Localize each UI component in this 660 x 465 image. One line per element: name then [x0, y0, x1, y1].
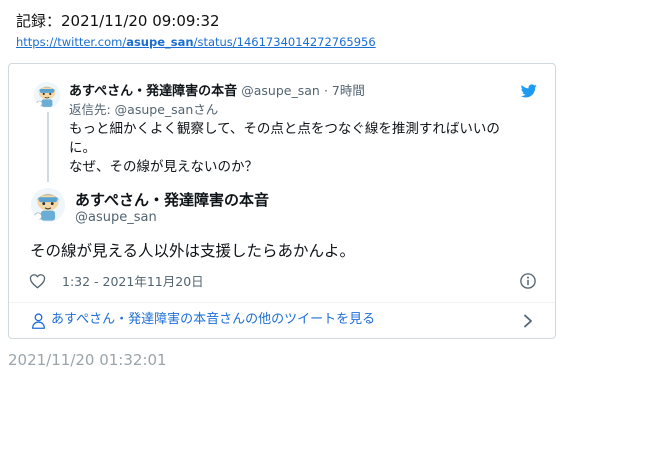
- thread-connector-line: [47, 112, 49, 182]
- reply-to-label: 返信先: @asupe_sanさん: [69, 102, 219, 117]
- quoted-text-line: もっと細かくよく観察して、その点と点をつなぐ線を推測すればいいの: [69, 121, 500, 137]
- quoted-display-name[interactable]: あすぺさん・発達障害の本音: [69, 84, 237, 99]
- heart-icon[interactable]: [29, 273, 46, 289]
- quoted-handle[interactable]: @asupe_san: [241, 83, 320, 98]
- twitter-bird-icon[interactable]: [521, 84, 537, 98]
- main-display-name[interactable]: あすぺさん・発達障害の本音: [75, 190, 269, 210]
- more-tweets-link[interactable]: あすぺさん・発達障害の本音さんの他のツイートを見る: [9, 304, 555, 338]
- tweet-meta-row: 1:32 - 2021年11月20日: [29, 272, 539, 292]
- quoted-tweet-header: あすぺさん・発達障害の本音 @asupe_san · 7時間: [69, 82, 365, 101]
- record-timestamp: 記録：2021/11/20 09:09:32: [16, 12, 220, 30]
- quoted-avatar[interactable]: [34, 82, 60, 108]
- info-icon[interactable]: [519, 272, 537, 290]
- quoted-text-line: に。: [69, 140, 96, 156]
- quoted-text-line: なぜ、その線が見えないのか？: [69, 159, 258, 175]
- url-user: asupe_san: [126, 35, 194, 49]
- main-tweet-text: その線が見える人以外は支援したらあかんよ。: [30, 242, 356, 260]
- tweet-url-link[interactable]: https://twitter.com/asupe_san/status/146…: [16, 34, 376, 50]
- archive-timestamp: 2021/11/20 01:32:01: [8, 351, 167, 369]
- tweet-timestamp[interactable]: 1:32 - 2021年11月20日: [62, 273, 204, 291]
- quoted-tweet-text: もっと細かくよく観察して、その点と点をつなぐ線を推測すればいいの に。 なぜ、そ…: [69, 120, 529, 177]
- card-divider: [9, 302, 555, 303]
- tweet-embed-card: あすぺさん・発達障害の本音 @asupe_san · 7時間 返信先: @asu…: [8, 63, 556, 339]
- chevron-right-icon: [524, 314, 532, 328]
- main-handle[interactable]: @asupe_san: [75, 209, 157, 227]
- avatar-image: [31, 188, 65, 222]
- more-tweets-label: あすぺさん・発達障害の本音さんの他のツイートを見る: [51, 312, 376, 327]
- person-icon: [32, 313, 45, 329]
- url-prefix: https://twitter.com/: [16, 35, 127, 49]
- avatar-image: [34, 82, 60, 108]
- quoted-time-ago[interactable]: · 7時間: [324, 83, 365, 98]
- main-avatar[interactable]: [31, 188, 65, 222]
- url-suffix: /status/1461734014272765956: [193, 35, 376, 49]
